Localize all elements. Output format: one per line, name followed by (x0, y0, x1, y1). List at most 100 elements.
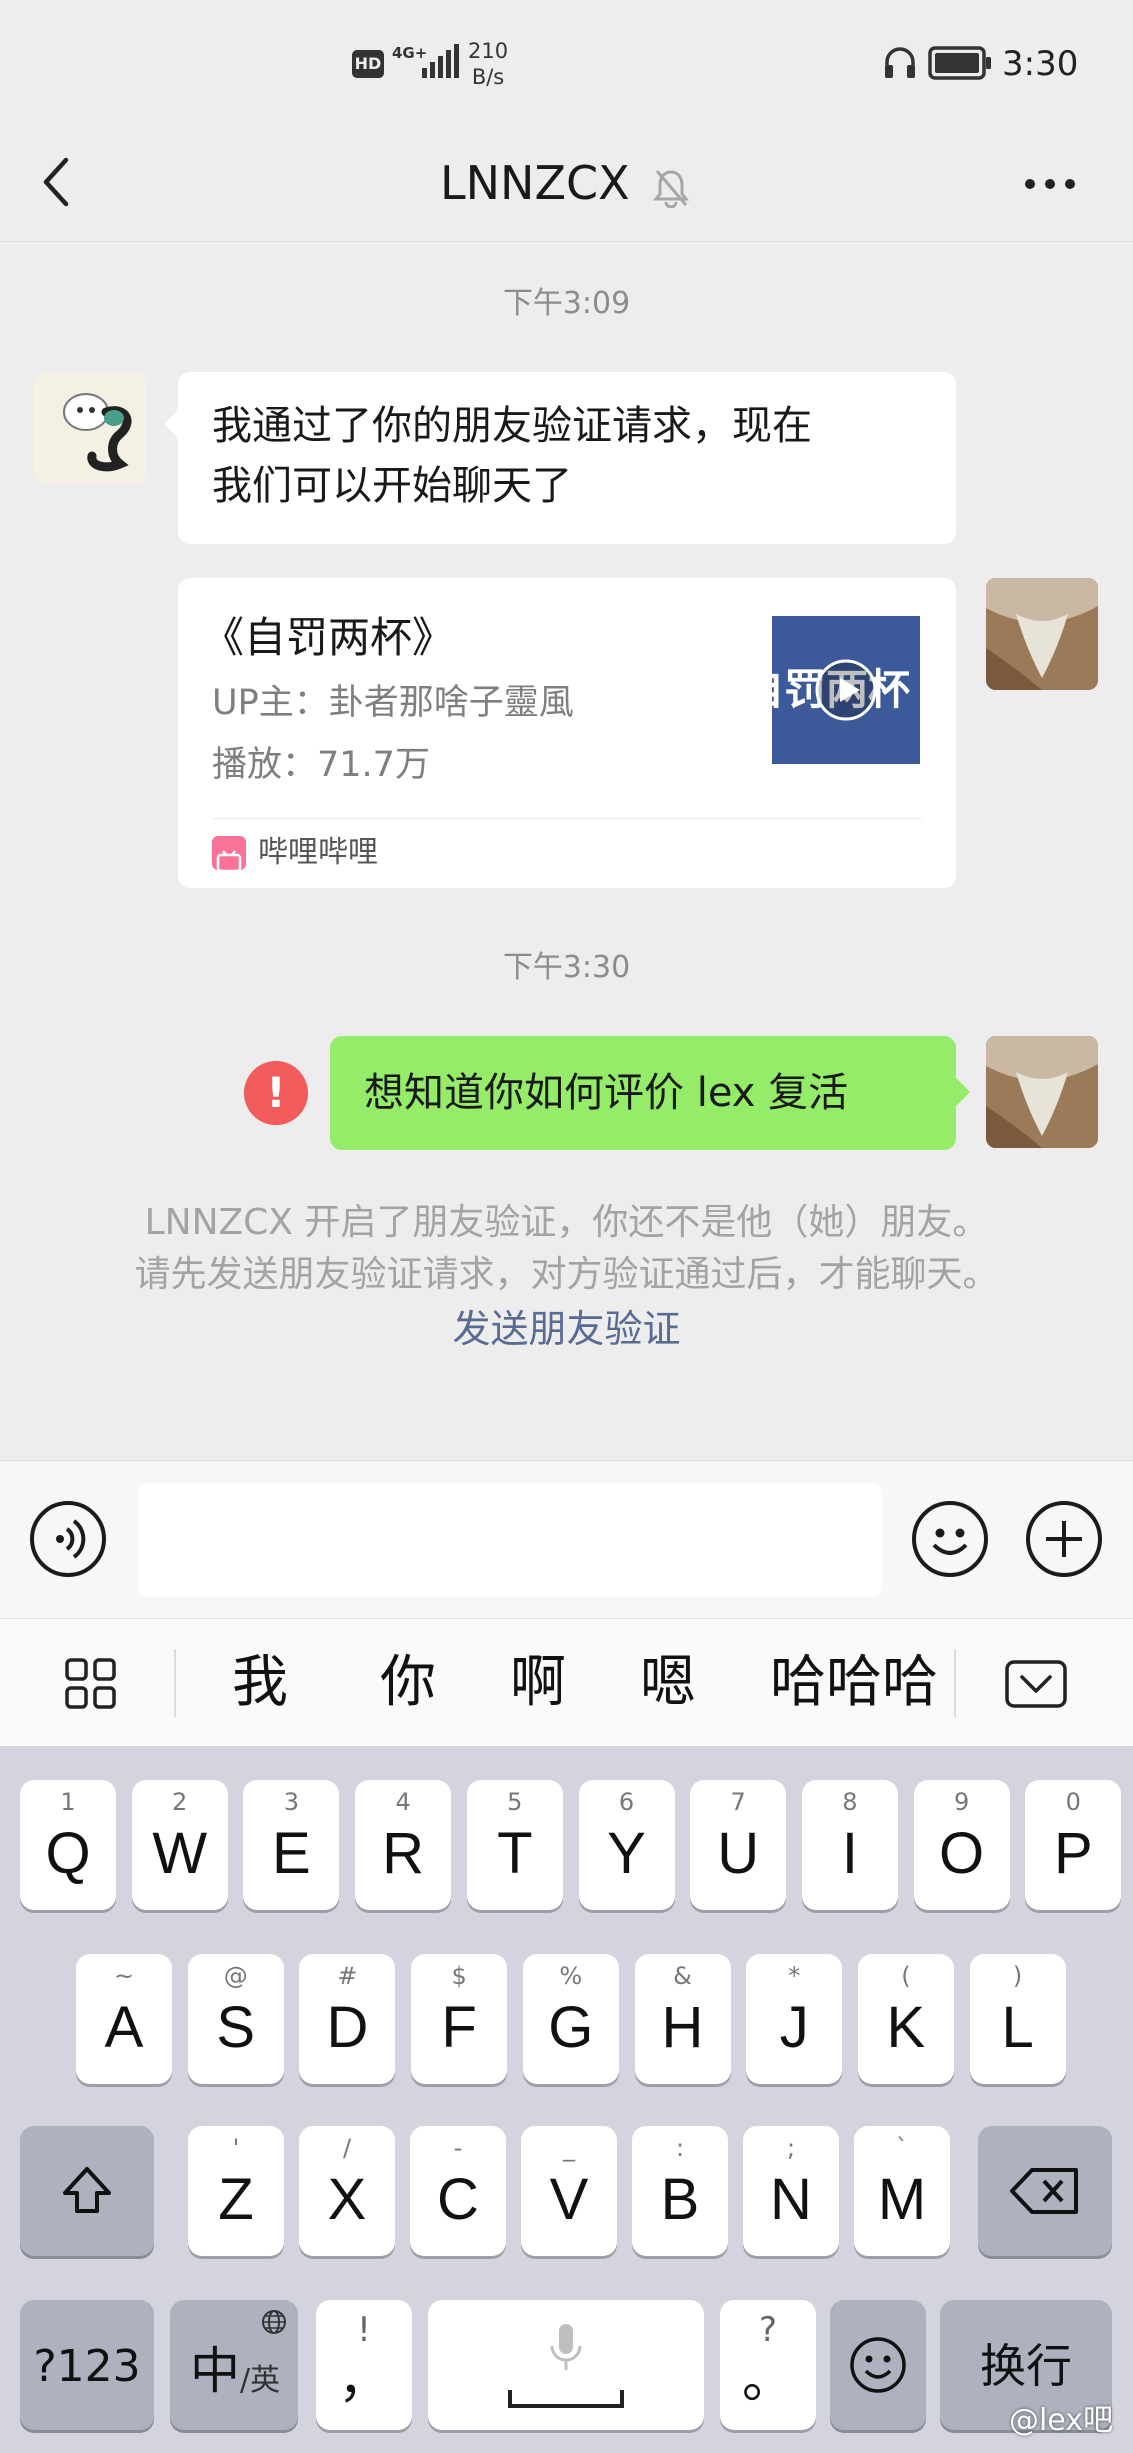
bubble-tail (164, 410, 178, 438)
key-hint: 2 (172, 1788, 188, 1816)
key-e[interactable]: 3E (243, 1780, 340, 1910)
globe-icon (262, 2310, 286, 2334)
emoji-button[interactable] (912, 1501, 988, 1577)
candidate-word[interactable]: 哈哈哈 (770, 1643, 938, 1723)
key-g[interactable]: % G (522, 1954, 619, 2084)
backspace-icon (1010, 2168, 1078, 2214)
bilibili-logo-icon (212, 836, 246, 873)
key-hint: ; (786, 2134, 796, 2162)
card-plays: 播放：71.7万 (212, 740, 430, 790)
card-uploader: UP主：卦者那啥子靈風 (212, 678, 574, 728)
key-w[interactable]: 2W (131, 1780, 228, 1910)
contact-avatar[interactable] (34, 372, 146, 484)
key-i[interactable]: 8I (801, 1780, 898, 1910)
key-label: P (1053, 1821, 1093, 1886)
key-o[interactable]: 9O (913, 1780, 1010, 1910)
period-key-hint: ? (758, 2310, 778, 2350)
key-u[interactable]: 7U (690, 1780, 787, 1910)
key-j[interactable]: * J (746, 1954, 843, 2084)
key-n[interactable]: ; N (743, 2126, 839, 2256)
language-switch-key[interactable]: 中 /英 (170, 2300, 298, 2430)
key-b[interactable]: :B (632, 2126, 728, 2256)
sent-message-bubble[interactable]: 想知道你如何评价 lex 复活 (330, 1036, 956, 1150)
key-hint: % (559, 1962, 583, 1990)
key-k[interactable]: (K (857, 1954, 954, 2084)
my-avatar[interactable] (986, 1036, 1098, 1148)
key-m[interactable]: ` M (854, 2126, 950, 2256)
period-key[interactable]: ? 。 (720, 2300, 816, 2430)
key-hint: ( (901, 1962, 911, 1990)
key-hint: ` (896, 2134, 908, 2162)
card-plays-value: 71.7万 (317, 745, 430, 785)
key-label: A (104, 1995, 144, 2060)
numbers-key[interactable]: ?123 (20, 2300, 154, 2430)
key-x[interactable]: / X (299, 2126, 395, 2256)
voice-icon (56, 1519, 86, 1559)
card-source: 哔哩哔哩 (258, 835, 378, 870)
voice-button[interactable] (30, 1501, 106, 1577)
more-dots-icon (1025, 179, 1075, 189)
keyboard: 1Q2W3E4R5T6Y7U8I9O0P ~ A @ S # D $ F% G & H * J(K) L … (0, 1746, 1133, 2453)
candidate-word[interactable]: 我 (232, 1643, 288, 1723)
grid-icon[interactable] (64, 1657, 118, 1715)
clock: 3:30 (1002, 44, 1079, 84)
key-t[interactable]: 5T (466, 1780, 563, 1910)
message-input[interactable] (138, 1483, 882, 1597)
back-button[interactable] (30, 152, 90, 212)
microphone-icon (550, 2324, 582, 2370)
candidate-word[interactable]: 嗯 (640, 1643, 696, 1723)
key-z[interactable]: ' Z (188, 2126, 284, 2256)
key-hint: ) (1012, 1962, 1023, 1990)
key-h[interactable]: & H (634, 1954, 731, 2084)
key-c[interactable]: -C (410, 2126, 506, 2256)
key-r[interactable]: 4R (355, 1780, 452, 1910)
key-hint: 5 (507, 1788, 523, 1816)
key-label: L (1001, 1995, 1034, 2060)
bubble-tail (956, 1078, 970, 1106)
key-v[interactable]: _ V (521, 2126, 617, 2256)
comma-key-hint: ! (357, 2310, 371, 2350)
key-label: G (548, 1995, 594, 2060)
send-verification-link[interactable]: 发送朋友验证 (0, 1304, 1133, 1354)
card-divider (212, 818, 922, 819)
shift-key[interactable] (20, 2126, 154, 2256)
language-key-main: 中 (190, 2342, 240, 2400)
shared-video-card[interactable]: 《自罚两杯》 UP主：卦者那啥子靈風 播放：71.7万 自罚两杯 哔哩哔哩 (178, 578, 956, 888)
candidate-word[interactable]: 啊 (510, 1643, 566, 1723)
message-timestamp: 下午3:30 (502, 950, 631, 985)
watermark: @lex吧 (1008, 2403, 1113, 2438)
keyboard-collapse-icon[interactable] (1004, 1659, 1068, 1713)
key-hint: 8 (842, 1788, 858, 1816)
received-message-bubble[interactable]: 我通过了你的朋友验证请求，现在 我们可以开始聊天了 (178, 372, 956, 544)
key-hint: @ (223, 1962, 248, 1990)
key-l[interactable]: ) L (969, 1954, 1066, 2084)
key-label: H (661, 1995, 704, 2060)
key-d[interactable]: # D (299, 1954, 396, 2084)
key-s[interactable]: @ S (187, 1954, 284, 2084)
card-uploader-label: UP主： (212, 683, 329, 723)
candidate-word[interactable]: 你 (380, 1643, 436, 1723)
key-f[interactable]: $ F (411, 1954, 508, 2084)
language-key-sub: /英 (240, 2363, 281, 2398)
chevron-left-icon (43, 157, 69, 207)
key-label: V (549, 2167, 589, 2232)
key-hint: / (342, 2134, 352, 2162)
plus-button[interactable] (1026, 1501, 1102, 1577)
key-hint: $ (451, 1962, 467, 1990)
my-avatar[interactable] (986, 578, 1098, 690)
key-q[interactable]: 1Q (20, 1780, 116, 1910)
key-hint: 3 (283, 1788, 300, 1816)
key-a[interactable]: ~ A (76, 1954, 172, 2084)
more-button[interactable] (1020, 164, 1080, 204)
space-key[interactable] (428, 2300, 704, 2430)
battery-icon (928, 46, 992, 84)
ime-candidate-bar: 我 你 啊 嗯 哈哈哈 (0, 1618, 1133, 1746)
key-p[interactable]: 0P (1025, 1780, 1122, 1910)
emoji-key[interactable] (830, 2300, 926, 2430)
comma-key[interactable]: ! ， (316, 2300, 412, 2430)
key-label: X (327, 2167, 367, 2232)
send-failed-icon[interactable]: ! (244, 1061, 308, 1125)
key-y[interactable]: 6Y (578, 1780, 675, 1910)
backspace-key[interactable] (978, 2126, 1112, 2256)
video-thumbnail[interactable]: 自罚两杯 (772, 616, 920, 764)
